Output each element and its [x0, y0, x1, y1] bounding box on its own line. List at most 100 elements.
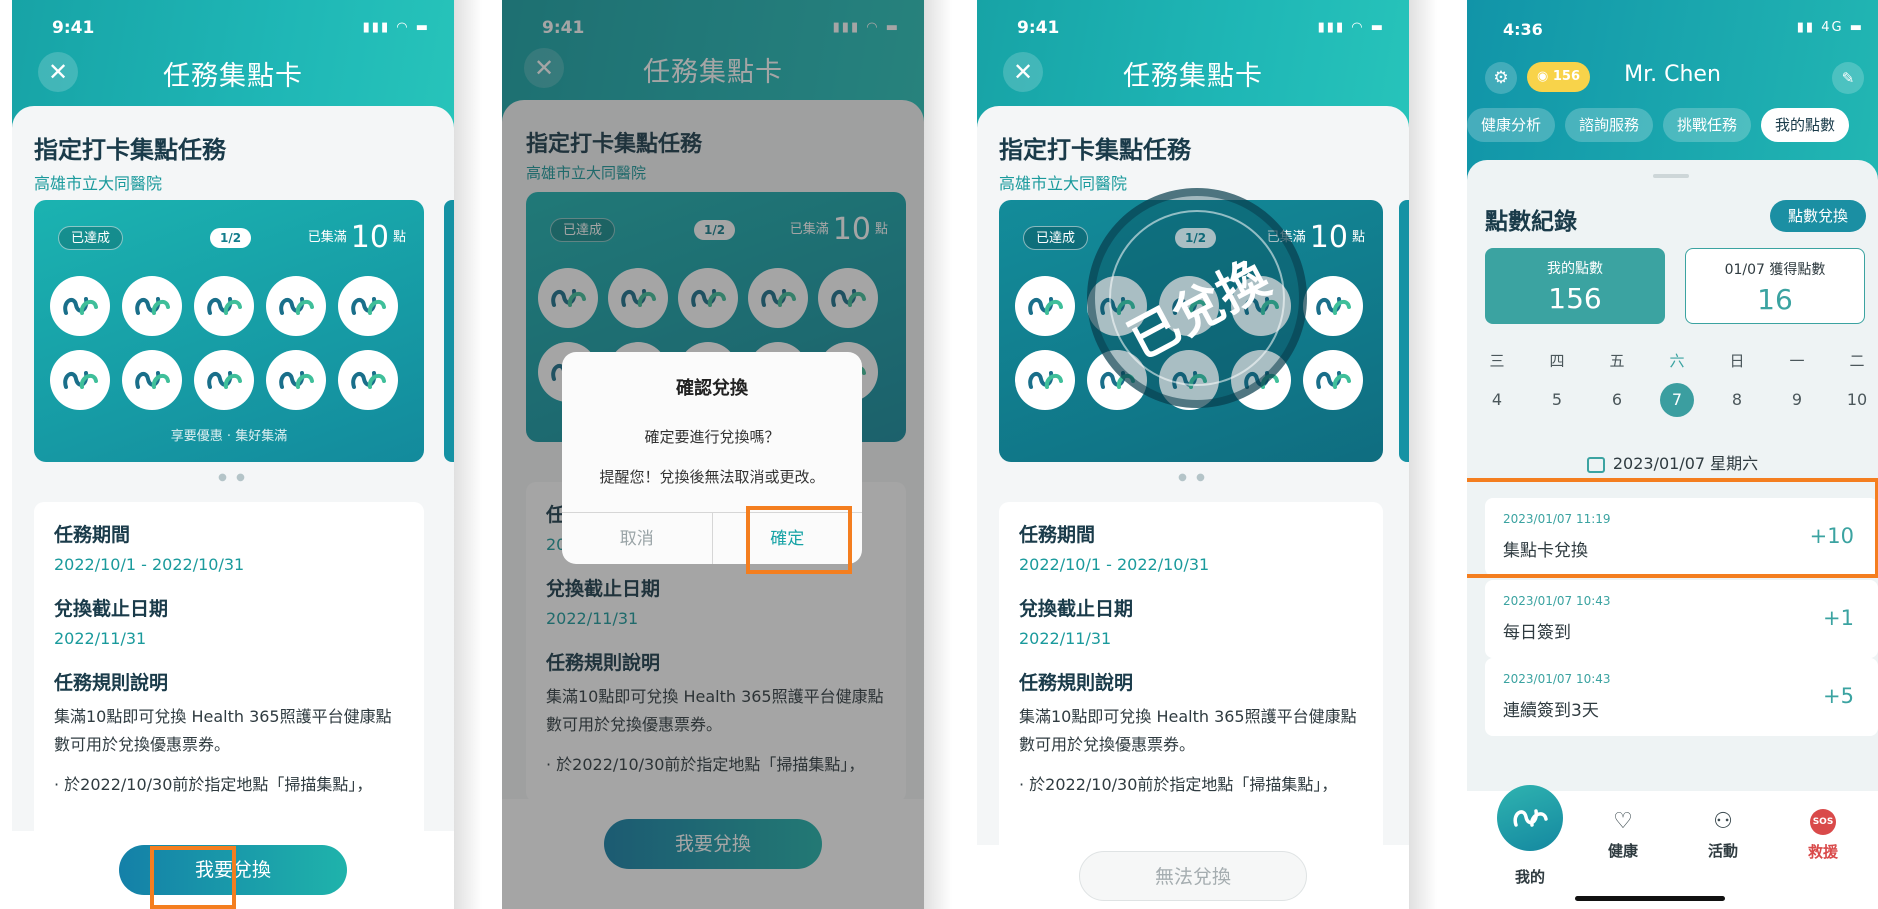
weekday-label: 二	[1849, 352, 1865, 370]
list-item: 2023/01/07 10:43 每日簽到 +1	[1485, 580, 1878, 658]
edit-icon[interactable]: ✎	[1832, 62, 1864, 94]
period-label: 任務期間	[54, 524, 131, 546]
my-points-label: 我的點數	[1547, 261, 1603, 277]
stamp-icon	[266, 276, 326, 336]
weekday-label: 三	[1489, 352, 1505, 370]
stamp-icon	[338, 276, 398, 336]
deadline-label: 兌換截止日期	[1019, 598, 1134, 620]
today-points-label: 01/07 獲得點數	[1724, 262, 1826, 278]
tab-consult[interactable]: 諮詢服務	[1565, 108, 1654, 142]
card-page-indicator: 1/2	[210, 228, 252, 248]
task-title: 指定打卡集點任務	[34, 136, 226, 164]
calendar-icon	[1586, 456, 1605, 473]
heart-pulse-icon: ♡	[1613, 809, 1633, 834]
nav-rescue[interactable]: SOS 救援	[1793, 809, 1853, 862]
status-time: 4:36	[1503, 20, 1543, 39]
date-label: 5	[1551, 390, 1563, 409]
task-location: 高雄市立大同醫院	[999, 174, 1128, 193]
status-time: 9:41	[52, 18, 95, 38]
dialog-message: 確定要進行兌換嗎？	[644, 428, 780, 446]
collected-prefix: 已集滿	[307, 230, 347, 245]
week-day[interactable]: 一9	[1767, 350, 1827, 417]
nav-activity[interactable]: ⚇ 活動	[1693, 809, 1753, 861]
rules-bullet: · 於2022/10/30前於指定地點「掃描集點」，	[1019, 775, 1338, 794]
stamp-icon	[122, 350, 182, 410]
week-day[interactable]: 三4	[1467, 350, 1527, 417]
screen-stamp-card: 9:41 ▮▮▮ ◠ ▬ ✕ 任務集點卡 指定打卡集點任務 高雄市立大同醫院 已…	[12, 0, 454, 909]
redeemed-stamp: 已兌換	[1087, 188, 1307, 408]
status-icons: ▮▮ 4G ▬	[1796, 20, 1864, 35]
list-item: 2023/01/07 10:43 連續簽到3天 +5	[1485, 658, 1878, 736]
week-day[interactable]: 日8	[1707, 350, 1767, 417]
selected-date-text: 2023/01/07 星期六	[1612, 454, 1759, 473]
highlight-box	[746, 506, 852, 574]
record-time: 2023/01/07 10:43	[1503, 594, 1611, 608]
sos-icon: SOS	[1810, 809, 1836, 835]
drag-handle[interactable]	[1653, 174, 1689, 178]
tab-challenge[interactable]: 挑戰任務	[1663, 108, 1752, 142]
record-value: +1	[1823, 606, 1854, 630]
today-points-box: 01/07 獲得點數 16	[1685, 248, 1865, 324]
nav-me[interactable]: 我的	[1497, 785, 1563, 893]
page-title: 任務集點卡	[163, 61, 303, 92]
tab-bar: 健康分析 諮詢服務 挑戰任務 我的點數	[1467, 108, 1878, 142]
rules-bullet: · 於2022/10/30前於指定地點「掃描集點」，	[54, 775, 373, 794]
section-title: 點數紀錄	[1485, 209, 1577, 235]
record-desc: 每日簽到	[1503, 623, 1571, 643]
tab-health-analysis[interactable]: 健康分析	[1467, 108, 1556, 142]
bottom-nav: 我的 ♡ 健康 ⚇ 活動 SOS 救援	[1467, 785, 1878, 909]
nav-health[interactable]: ♡ 健康	[1593, 809, 1653, 861]
week-day[interactable]: 四5	[1527, 350, 1587, 417]
stamp-card[interactable]: 已達成 1/2 已集滿 10 點 享要優惠 · 集好集滿	[34, 200, 424, 462]
my-points-box: 我的點數 156	[1485, 248, 1665, 324]
period-value: 2022/10/1 - 2022/10/31	[54, 555, 245, 574]
next-card-peek[interactable]	[444, 200, 454, 462]
week-day[interactable]: 二 10	[1827, 350, 1878, 417]
today-points-value: 16	[1757, 283, 1793, 316]
cancel-button[interactable]: 取消	[562, 513, 713, 564]
weekday-label: 五	[1609, 352, 1625, 370]
points-redeem-button[interactable]: 點數兌換	[1769, 200, 1866, 232]
collected-number: 10	[350, 220, 389, 255]
stamp-icon	[194, 350, 254, 410]
week-calendar: 三4 四5 五6 六7 日8 一9 二 10	[1467, 350, 1878, 417]
my-points-value: 156	[1548, 282, 1602, 315]
rules-label: 任務規則說明	[54, 672, 169, 694]
app-logo-icon	[1497, 785, 1563, 851]
weekday-label: 一	[1789, 352, 1805, 370]
deadline-value: 2022/11/31	[54, 629, 147, 648]
bottom-bar: 無法兌換	[977, 845, 1409, 909]
stamp-icon	[1015, 350, 1075, 410]
user-name: Mr. Chen	[1624, 62, 1721, 87]
weekday-label: 六	[1669, 352, 1685, 370]
collected-suffix: 點	[392, 230, 406, 245]
dialog-title: 確認兌換	[676, 378, 748, 399]
next-card-peek[interactable]	[1399, 200, 1409, 462]
period-value: 2022/10/1 - 2022/10/31	[1019, 555, 1210, 574]
stamp-icon	[338, 350, 398, 410]
stamp-icon	[266, 350, 326, 410]
stamp-icon	[194, 276, 254, 336]
week-day-selected[interactable]: 六7	[1647, 350, 1707, 417]
rules-text: 集滿10點即可兌換 Health 365照護平台健康點數可用於兌換優惠票券。	[54, 707, 392, 754]
week-day[interactable]: 五6	[1587, 350, 1647, 417]
status-badge: 已達成	[58, 226, 124, 250]
record-time: 2023/01/07 10:43	[1503, 672, 1611, 686]
highlight-box	[150, 846, 236, 909]
stamps-grid	[50, 276, 410, 410]
dialog-warning: 提醒您！兌換後無法取消或更改。	[599, 468, 825, 486]
date-label: 9	[1791, 390, 1803, 409]
task-info-panel: 任務期間 2022/10/1 - 2022/10/31 兌換截止日期 2022/…	[34, 502, 424, 862]
screen-confirm-dialog: 9:41 ▮▮▮ ◠ ▬ ✕ 任務集點卡 指定打卡集點任務 高雄市立大同醫院 已…	[502, 0, 924, 909]
stamp-icon	[50, 276, 110, 336]
status-icons: ▮▮▮ ◠ ▬	[362, 20, 430, 35]
status-icons: ▮▮▮ ◠ ▬	[1317, 20, 1385, 35]
screen-points-record: 4:36 ▮▮ 4G ▬ ⚙ ◉ 156 Mr. Chen ✎ 健康分析 諮詢服…	[1467, 0, 1878, 909]
stamp-icon	[1303, 350, 1363, 410]
date-label-selected: 7	[1660, 383, 1694, 417]
highlight-box	[1467, 478, 1878, 578]
record-desc: 連續簽到3天	[1503, 701, 1599, 721]
selected-date[interactable]: 2023/01/07 星期六	[1467, 450, 1878, 474]
tab-my-points[interactable]: 我的點數	[1761, 108, 1850, 142]
record-value: +5	[1823, 684, 1854, 708]
